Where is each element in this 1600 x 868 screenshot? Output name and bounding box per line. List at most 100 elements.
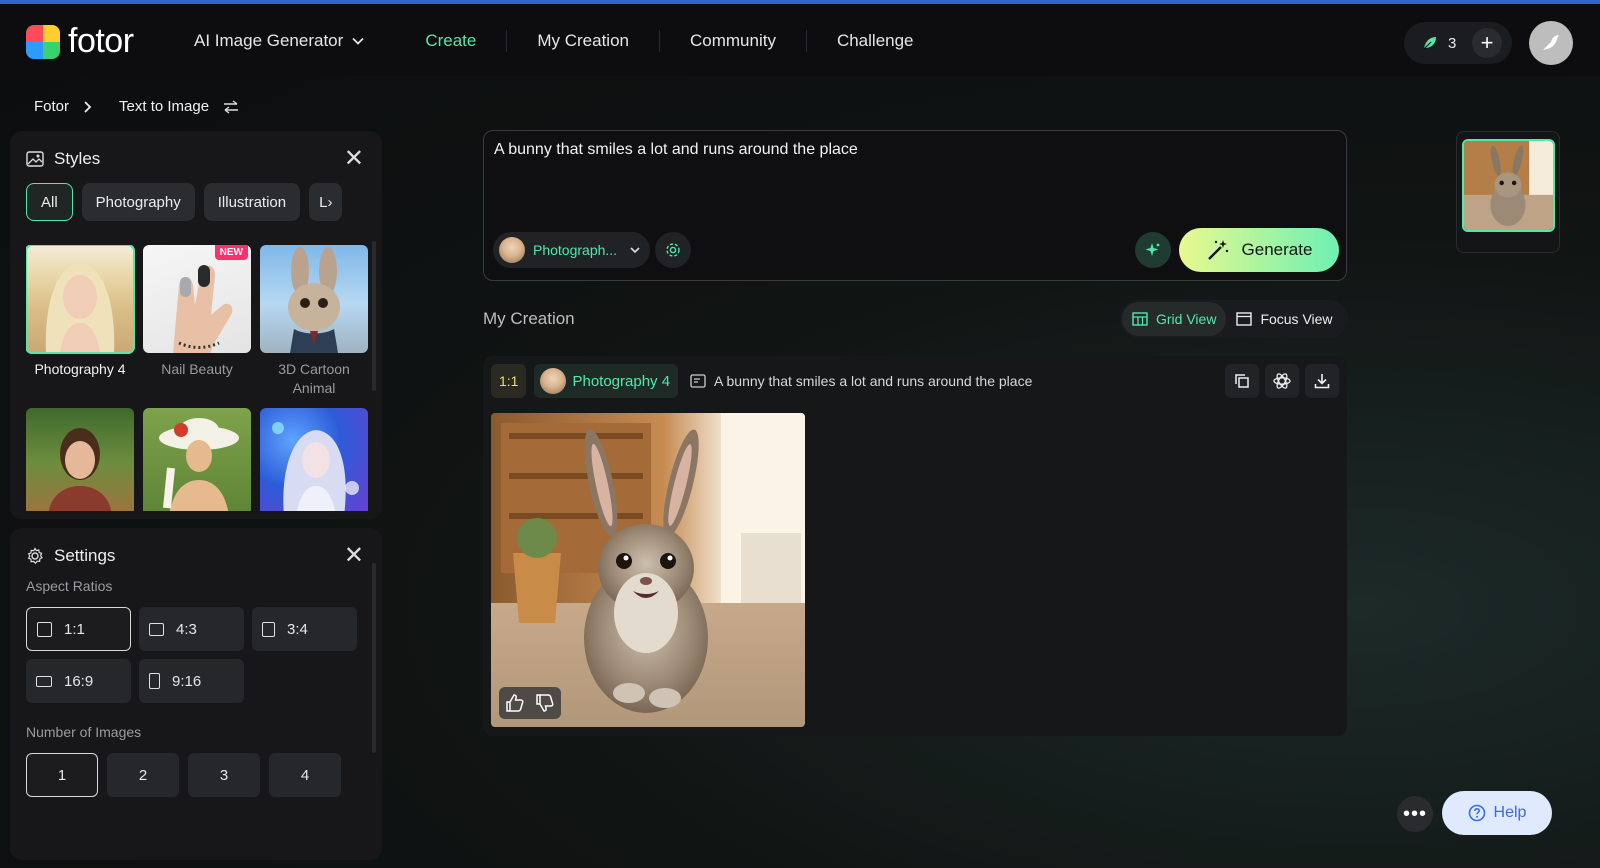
nav-my-creation[interactable]: My Creation [507,30,660,52]
prompt-text-icon [690,374,706,388]
styles-header: Styles [26,149,100,169]
download-icon [1314,374,1330,389]
help-button[interactable]: Help [1442,791,1552,835]
main-nav: AI Image Generator Create My Creation Co… [194,30,944,52]
nav-ai-image-generator[interactable]: AI Image Generator [194,30,395,52]
grid-view-label: Grid View [1156,311,1217,327]
grid-icon [1132,312,1148,326]
credits-count: 3 [1448,34,1457,52]
chevron-right-icon: › [327,193,333,211]
style-card-vintage[interactable] [143,408,251,511]
more-options-button[interactable]: ••• [1397,796,1433,832]
portrait-person-icon [48,428,112,511]
fotor-logo[interactable]: fotor [26,22,134,61]
nav-challenge[interactable]: Challenge [807,30,944,52]
generated-image[interactable] [491,413,805,727]
grid-view-button[interactable]: Grid View [1122,302,1227,336]
style-selector[interactable]: Photograph... [493,232,650,268]
style-thumb: NEW [143,245,251,353]
cartoon-rabbit-icon [288,247,340,353]
style-card-portrait[interactable] [26,408,134,511]
style-name: Nail Beauty [161,361,233,377]
question-circle-icon [1468,804,1485,822]
history-thumbnail-panel [1456,131,1560,253]
nav-label: Challenge [836,31,914,50]
thumbs-up-icon[interactable] [505,693,525,713]
add-credits-button[interactable]: + [1472,28,1502,58]
copy-icon [1235,374,1249,388]
settings-title: Settings [54,546,116,565]
count-2-button[interactable]: 2 [107,753,179,797]
gear-icon [666,243,680,257]
nav-create[interactable]: Create [395,30,508,52]
my-creation-title: My Creation [483,309,575,328]
top-navbar: fotor AI Image Generator Create My Creat… [0,4,1600,76]
chip-all[interactable]: All [26,183,73,221]
style-tag[interactable]: Photography 4 [534,364,679,398]
fotor-logo-icon [26,24,60,59]
style-thumb [260,408,368,511]
thumbs-down-icon[interactable] [535,693,555,713]
style-thumb [26,245,135,354]
variations-button[interactable] [1265,364,1299,398]
close-styles-button[interactable]: ✕ [344,147,364,171]
magic-wand-icon [1207,240,1228,260]
count-1-button[interactable]: 1 [26,753,98,797]
aspect-16-9-button[interactable]: 16:9 [26,659,131,703]
chip-more[interactable]: L › [309,183,343,221]
style-name: Photography 4 [34,361,126,377]
aspect-4-3-button[interactable]: 4:3 [139,607,244,651]
settings-scrollbar[interactable] [372,563,376,753]
aspect-1-1-button[interactable]: 1:1 [26,607,131,651]
advanced-settings-button[interactable] [655,232,691,268]
gear-icon [27,547,43,565]
count-4-button[interactable]: 4 [269,753,341,797]
bunny-thumb-icon [1464,141,1553,230]
generate-button[interactable]: Generate [1179,228,1339,272]
style-thumb [26,408,134,511]
close-icon: ✕ [343,542,364,569]
aspect-9-16-button[interactable]: 9:16 [139,659,244,703]
style-card-nail-beauty[interactable]: NEW Nail Beauty [143,245,251,398]
tall-icon [149,673,160,689]
download-button[interactable] [1305,364,1339,398]
history-thumbnail[interactable] [1462,139,1555,232]
prompt-input[interactable]: A bunny that smiles a lot and runs aroun… [494,141,858,159]
nav-community[interactable]: Community [660,30,807,52]
style-card-3d-cartoon-animal[interactable]: 3D Cartoon Animal [260,245,368,398]
style-selector-label: Photograph... [533,242,618,258]
rating-bar [499,687,561,719]
sparkle-icon [1145,243,1160,256]
brand-name: fotor [68,22,134,60]
prompt-box: A bunny that smiles a lot and runs aroun… [483,130,1347,281]
style-category-chips: All Photography Illustration L › [26,183,366,221]
user-avatar[interactable] [1529,21,1573,65]
count-3-button[interactable]: 3 [188,753,260,797]
aspect-3-4-button[interactable]: 3:4 [252,607,357,651]
chip-illustration[interactable]: Illustration [203,183,301,221]
swap-icon[interactable] [223,99,239,114]
breadcrumb-current: Text to Image [119,98,210,115]
chevron-down-icon [630,247,640,254]
style-card-photography-4[interactable]: Photography 4 [26,245,135,398]
creation-card: 1:1 Photography 4 A bunny that smiles a … [483,356,1347,736]
copy-button[interactable] [1225,364,1259,398]
portrait-woman-icon [45,263,115,353]
vintage-hat-woman-icon [159,418,239,511]
focus-view-button[interactable]: Focus View [1226,302,1342,336]
style-card-anime[interactable] [260,408,368,511]
breadcrumb: Fotor Text to Image [34,98,239,115]
enhance-prompt-button[interactable] [1135,232,1171,268]
aspect-ratio-options: 1:1 4:3 3:4 16:9 9:16 [26,607,357,703]
styles-scrollbar[interactable] [372,241,376,391]
close-settings-button[interactable]: ✕ [344,544,364,568]
chip-label: L [319,193,328,211]
ratio-tag: 1:1 [491,364,527,398]
focus-view-label: Focus View [1260,311,1333,327]
atom-icon [1273,373,1291,389]
credits-widget[interactable]: 3 + [1404,22,1512,64]
help-label: Help [1493,804,1527,821]
chip-photography[interactable]: Photography [81,183,195,221]
ratio-label: 1:1 [64,620,85,638]
breadcrumb-home[interactable]: Fotor [34,98,69,115]
